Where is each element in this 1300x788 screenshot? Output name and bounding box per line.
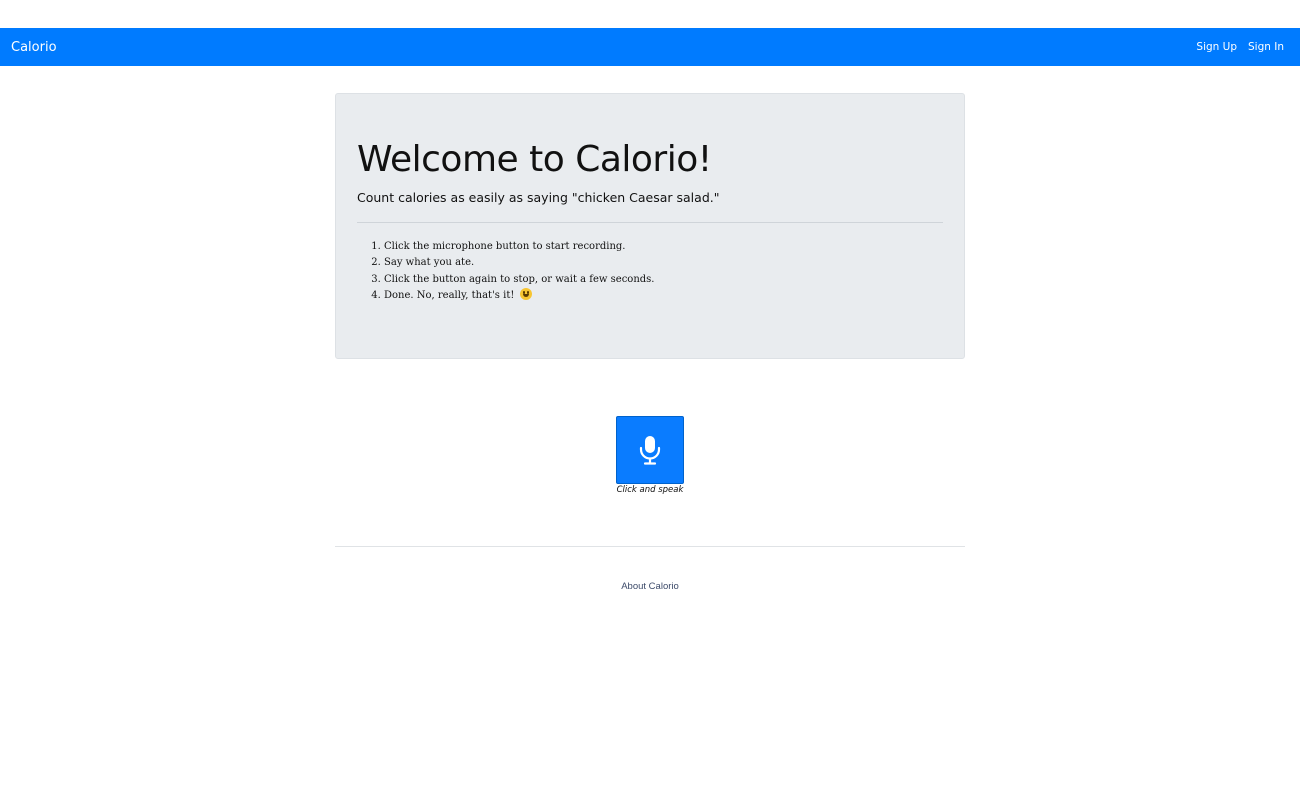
microphone-button[interactable] bbox=[616, 416, 684, 484]
welcome-jumbotron: Welcome to Calorio! Count calories as ea… bbox=[335, 93, 965, 359]
microphone-caption: Click and speak bbox=[616, 485, 684, 495]
brand-link[interactable]: Calorio bbox=[11, 40, 57, 55]
instruction-step-text: Say what you ate. bbox=[384, 257, 475, 269]
instruction-step-text: Click the button again to stop, or wait … bbox=[384, 273, 655, 285]
microphone-icon bbox=[639, 436, 661, 465]
sign-in-link[interactable]: Sign In bbox=[1248, 41, 1284, 53]
instruction-step: Click the button again to stop, or wait … bbox=[384, 272, 943, 288]
sign-up-link[interactable]: Sign Up bbox=[1196, 41, 1237, 53]
about-link[interactable]: About Calorio bbox=[590, 581, 710, 592]
lead-text: Count calories as easily as saying "chic… bbox=[357, 190, 720, 205]
jumbotron-divider bbox=[357, 222, 943, 223]
instruction-step-text: Done. No, really, that's it! bbox=[384, 289, 515, 301]
instruction-step: Say what you ate. bbox=[384, 255, 943, 271]
instruction-step-text: Click the microphone button to start rec… bbox=[384, 241, 626, 252]
top-navbar: Calorio Sign Up Sign In bbox=[0, 28, 1300, 66]
nav-links: Sign Up Sign In bbox=[1196, 41, 1284, 53]
instruction-step: Click the microphone button to start rec… bbox=[384, 239, 943, 255]
page-title: Welcome to Calorio! bbox=[357, 139, 712, 180]
instructions-list: Click the microphone button to start rec… bbox=[357, 239, 943, 304]
grinning-face-icon bbox=[519, 287, 532, 300]
instruction-step: Done. No, really, that's it! bbox=[384, 287, 943, 304]
footer-divider bbox=[335, 546, 965, 547]
